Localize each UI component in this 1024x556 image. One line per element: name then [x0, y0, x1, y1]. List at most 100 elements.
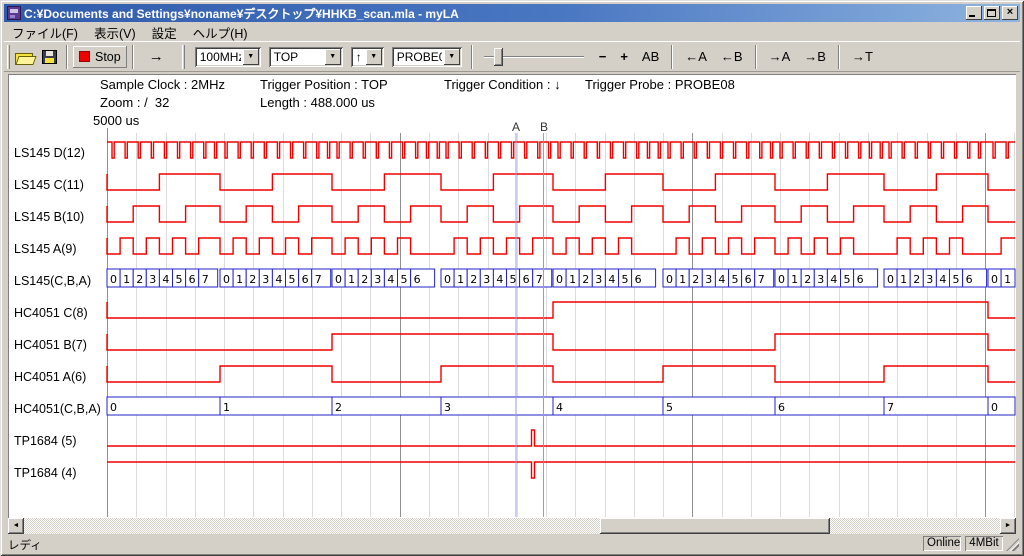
svg-text:1: 1	[236, 273, 243, 286]
toolbar-separator	[132, 45, 134, 69]
dropdown-icon[interactable]: ▼	[444, 49, 460, 65]
svg-text:1: 1	[348, 273, 355, 286]
app-icon	[7, 6, 21, 20]
trigger-position-value: TOP	[274, 50, 323, 64]
menu-item-1[interactable]: 表示(V)	[86, 22, 144, 43]
svg-text:5: 5	[844, 273, 851, 286]
grid-layer	[108, 128, 1015, 517]
menu-item-2[interactable]: 設定	[144, 22, 185, 43]
svg-text:1: 1	[1004, 273, 1011, 286]
sample-clock-combo[interactable]: 100MHz ▼	[195, 47, 261, 67]
bus-cells: 0123456701234567012345601234567012345601…	[107, 269, 1015, 415]
menu-item-3[interactable]: ヘルプ(H)	[185, 22, 256, 43]
dropdown-icon[interactable]: ▼	[366, 49, 382, 65]
waveform-view[interactable]: 0123456701234567012345601234567012345601…	[8, 74, 1016, 518]
svg-text:5: 5	[622, 273, 629, 286]
trigger-edge-value: ↑	[356, 50, 364, 64]
window-title: C:¥Documents and Settings¥noname¥デスクトップ¥…	[24, 5, 964, 22]
close-button[interactable]: ×	[1002, 6, 1018, 20]
goto-cursor-a-button[interactable]: ←A	[680, 47, 712, 66]
minimize-icon	[969, 15, 975, 17]
svg-text:0: 0	[991, 273, 998, 286]
trigger-probe-combo[interactable]: PROBE00 ▼	[392, 47, 462, 67]
svg-text:3: 3	[817, 273, 824, 286]
svg-text:3: 3	[595, 273, 602, 286]
zoom-ab-button[interactable]: AB	[637, 47, 664, 66]
cursor-lines[interactable]	[516, 133, 544, 517]
minimize-button[interactable]	[966, 6, 982, 20]
toolbar-separator	[838, 45, 840, 69]
trigger-edge-combo[interactable]: ↑ ▼	[351, 47, 384, 67]
set-cursor-a-button[interactable]: →A	[764, 47, 796, 66]
svg-text:0: 0	[444, 273, 451, 286]
svg-text:4: 4	[830, 273, 837, 286]
svg-text:6: 6	[523, 273, 530, 286]
scrollbar-thumb[interactable]	[600, 518, 830, 534]
dropdown-icon[interactable]: ▼	[325, 49, 341, 65]
svg-text:6: 6	[302, 273, 309, 286]
svg-text:2: 2	[361, 273, 368, 286]
svg-text:3: 3	[149, 273, 156, 286]
svg-text:0: 0	[887, 273, 894, 286]
svg-text:4: 4	[275, 273, 282, 286]
svg-text:0: 0	[556, 273, 563, 286]
sample-clock-value: 100MHz	[200, 50, 241, 64]
toolbar-separator	[755, 45, 757, 69]
svg-text:3: 3	[705, 273, 712, 286]
svg-text:1: 1	[123, 273, 130, 286]
maximize-button[interactable]	[984, 6, 1000, 20]
run-button[interactable]: →	[139, 45, 174, 69]
svg-text:0: 0	[335, 273, 342, 286]
svg-text:6: 6	[635, 273, 642, 286]
svg-text:2: 2	[470, 273, 477, 286]
toolbar-grip[interactable]	[182, 45, 185, 69]
set-cursor-b-button[interactable]: →B	[799, 47, 831, 66]
svg-text:4: 4	[556, 401, 563, 414]
svg-text:6: 6	[966, 273, 973, 286]
title-bar[interactable]: C:¥Documents and Settings¥noname¥デスクトップ¥…	[4, 4, 1020, 22]
stop-button[interactable]: Stop	[73, 46, 127, 68]
scroll-right-button[interactable]: ►	[1000, 518, 1016, 534]
svg-text:4: 4	[718, 273, 725, 286]
svg-text:5: 5	[289, 273, 296, 286]
svg-text:1: 1	[900, 273, 907, 286]
toolbar: Stop → 100MHz ▼ TOP ▼ ↑ ▼ PROBE00 ▼ − + …	[4, 41, 1020, 72]
resize-grip[interactable]	[1006, 538, 1019, 551]
svg-text:2: 2	[335, 401, 342, 414]
menu-item-0[interactable]: ファイル(F)	[4, 22, 86, 43]
zoom-out-button[interactable]: −	[594, 47, 612, 66]
svg-text:5: 5	[666, 401, 673, 414]
goto-trigger-button[interactable]: →T	[847, 47, 878, 66]
status-ready-text: レディ	[8, 537, 42, 553]
svg-text:1: 1	[569, 273, 576, 286]
run-arrow-icon: →	[149, 48, 164, 65]
svg-text:2: 2	[913, 273, 920, 286]
svg-text:6: 6	[414, 273, 421, 286]
scroll-left-button[interactable]: ◄	[8, 518, 24, 534]
trigger-position-combo[interactable]: TOP ▼	[269, 47, 343, 67]
status-memory-badge: 4MBit	[965, 536, 1003, 551]
menu-bar: ファイル(F)表示(V)設定ヘルプ(H)	[4, 23, 1020, 41]
stop-icon	[79, 51, 90, 62]
svg-text:7: 7	[758, 273, 765, 286]
svg-text:2: 2	[692, 273, 699, 286]
svg-text:7: 7	[315, 273, 322, 286]
svg-text:5: 5	[176, 273, 183, 286]
zoom-in-button[interactable]: +	[615, 47, 633, 66]
svg-text:4: 4	[496, 273, 503, 286]
zoom-slider[interactable]	[484, 46, 584, 68]
svg-text:1: 1	[791, 273, 798, 286]
dropdown-icon[interactable]: ▼	[243, 49, 259, 65]
svg-text:5: 5	[732, 273, 739, 286]
zoom-slider-thumb[interactable]	[494, 48, 503, 66]
goto-cursor-b-button[interactable]: ←B	[716, 47, 748, 66]
svg-text:3: 3	[444, 401, 451, 414]
svg-text:3: 3	[926, 273, 933, 286]
status-bar: レディ Online 4MBit	[4, 535, 1020, 552]
svg-text:4: 4	[387, 273, 394, 286]
save-button[interactable]	[38, 45, 61, 69]
svg-text:7: 7	[202, 273, 209, 286]
svg-text:2: 2	[582, 273, 589, 286]
horizontal-scrollbar[interactable]: ◄ ►	[8, 518, 1016, 534]
open-button[interactable]	[10, 45, 38, 69]
